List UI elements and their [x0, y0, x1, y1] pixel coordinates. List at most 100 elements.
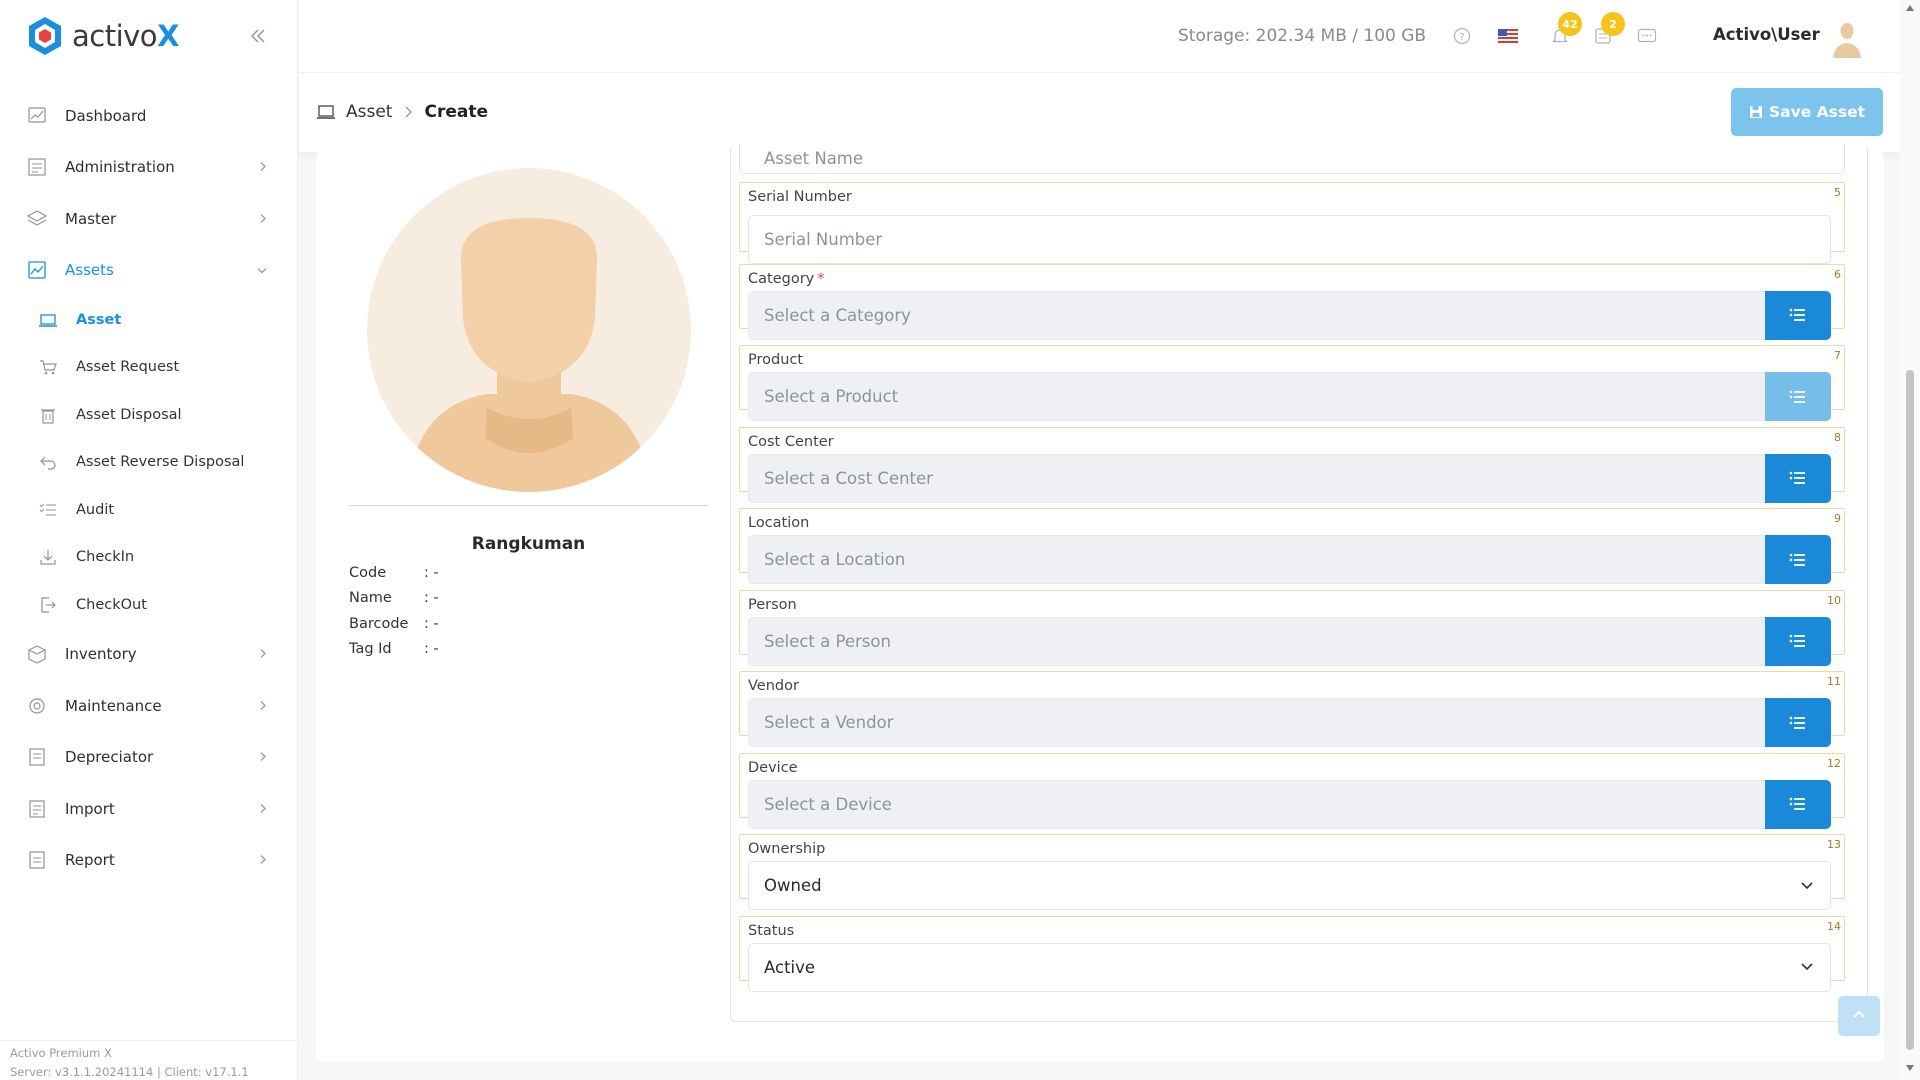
- chevron-right-icon: [260, 803, 266, 813]
- chevron-right-icon: [405, 106, 413, 118]
- placeholder-text: Select a Cost Center: [764, 468, 933, 488]
- vendor-select[interactable]: Select a Vendor: [748, 698, 1831, 747]
- tasks-button[interactable]: 2: [1591, 12, 1625, 48]
- sidebar-subitem-checkout[interactable]: CheckOut: [0, 581, 298, 629]
- sidebar-item-label: Inventory: [65, 645, 137, 664]
- scroll-to-top-button[interactable]: [1838, 996, 1880, 1036]
- asset-image-placeholder[interactable]: [367, 168, 691, 492]
- chat-icon[interactable]: [1635, 24, 1659, 48]
- logout-icon-wrap: [38, 595, 58, 615]
- save-icon: [1749, 106, 1762, 118]
- sidebar-subitem-label: Asset: [76, 311, 122, 328]
- sidebar-subitem-audit[interactable]: Audit: [0, 486, 298, 534]
- person-picker-button[interactable]: [1765, 616, 1831, 666]
- sidebar-item-label: Depreciator: [65, 748, 154, 767]
- person-select[interactable]: Select a Person: [748, 616, 1831, 666]
- page-scrollbar[interactable]: [1900, 0, 1920, 1080]
- sidebar-nav: Dashboard Administration Master Assets Asset…: [0, 90, 298, 886]
- cost-center-select[interactable]: Select a Cost Center: [748, 453, 1831, 503]
- sidebar-item-master[interactable]: Master: [0, 193, 298, 245]
- scroll-down-icon[interactable]: [1905, 1064, 1915, 1072]
- layers-icon-wrap: [26, 208, 48, 230]
- sidebar-subitem-asset-disposal[interactable]: Asset Disposal: [0, 391, 298, 439]
- chevron-wrap: [258, 696, 268, 715]
- dashboard-icon: [28, 107, 46, 123]
- report-icon-wrap: [26, 849, 48, 871]
- collapse-sidebar-button[interactable]: [244, 22, 272, 50]
- edition-label: Activo Premium X: [10, 1046, 112, 1060]
- sidebar-item-depreciator[interactable]: Depreciator: [0, 732, 298, 784]
- breadcrumb-asset[interactable]: Asset: [346, 102, 392, 122]
- sidebar-subitem-asset-reverse-disposal[interactable]: Asset Reverse Disposal: [0, 439, 298, 487]
- profile-name: Rangkuman: [471, 534, 586, 554]
- administration-icon-wrap: [26, 156, 48, 178]
- chevron-right-icon: [260, 700, 266, 710]
- app-logo[interactable]: activoX: [26, 14, 179, 58]
- sidebar: activoX Dashboard Administration Master Ass…: [0, 0, 298, 1080]
- location-picker-button[interactable]: [1765, 535, 1831, 584]
- vendor-picker-button[interactable]: [1765, 698, 1831, 747]
- chevron-wrap: [258, 645, 268, 664]
- cart-icon-wrap: [38, 357, 58, 377]
- list-icon: [1789, 797, 1805, 810]
- asset-name-input[interactable]: Asset Name: [739, 144, 1845, 174]
- laptop-icon: [317, 105, 335, 119]
- product-picker-button[interactable]: [1765, 372, 1831, 421]
- list-icon: [1789, 553, 1805, 566]
- checklist-icon-wrap: [38, 500, 58, 520]
- flag-us-icon[interactable]: [1496, 24, 1520, 48]
- sidebar-item-maintenance[interactable]: Maintenance: [0, 680, 298, 732]
- sidebar-item-inventory[interactable]: Inventory: [0, 629, 298, 681]
- placeholder-text: Select a Location: [764, 550, 906, 569]
- scroll-up-icon[interactable]: [1905, 4, 1915, 12]
- maintenance-icon-wrap: [26, 695, 48, 717]
- sidebar-item-dashboard[interactable]: Dashboard: [0, 90, 298, 142]
- sidebar-subitem-label: CheckOut: [76, 596, 147, 613]
- field-number: 8: [1834, 430, 1841, 444]
- sidebar-item-import[interactable]: Import: [0, 783, 298, 835]
- save-asset-label: Save Asset: [1768, 103, 1865, 121]
- sidebar-item-report[interactable]: Report: [0, 835, 298, 887]
- sidebar-subitem-label: Audit: [76, 501, 115, 518]
- breadcrumb-current: Create: [424, 102, 488, 122]
- user-menu[interactable]: Activo\User: [1713, 25, 1820, 44]
- location-select[interactable]: Select a Location: [748, 535, 1831, 584]
- sidebar-subitem-asset[interactable]: Asset: [0, 296, 298, 344]
- notifications-button[interactable]: 42: [1548, 12, 1582, 48]
- field-location: Location 9 Select a Location: [739, 508, 1845, 584]
- chevron-wrap: [258, 158, 268, 177]
- logo-hexagon-icon: [29, 17, 61, 55]
- asset-form: Asset Name Serial Number 5 Serial Number Ca…: [730, 144, 1868, 1022]
- field-number: 6: [1834, 267, 1841, 281]
- cost-center-picker-button[interactable]: [1765, 453, 1831, 503]
- serial-number-input[interactable]: Serial Number: [748, 215, 1831, 264]
- field-number: 5: [1834, 186, 1841, 199]
- field-device: Device 12 Select a Device: [739, 752, 1845, 829]
- status-dropdown[interactable]: Active: [748, 942, 1831, 992]
- placeholder-text: Select a Device: [764, 794, 892, 814]
- profile-divider: [349, 505, 708, 506]
- ownership-dropdown[interactable]: Owned: [748, 861, 1831, 910]
- sidebar-subitem-asset-request[interactable]: Asset Request: [0, 344, 298, 392]
- field-label: Product: [748, 352, 804, 368]
- selected-value: Owned: [764, 876, 822, 895]
- device-picker-button[interactable]: [1765, 779, 1831, 829]
- save-asset-button[interactable]: Save Asset: [1731, 88, 1883, 136]
- task-badge: 2: [1601, 12, 1625, 36]
- field-person: Person 10 Select a Person: [739, 589, 1845, 666]
- double-chevron-left-icon: [250, 29, 265, 43]
- meta-key: Name: [349, 590, 392, 607]
- scrollbar-thumb[interactable]: [1906, 370, 1914, 1050]
- sidebar-subitem-checkin[interactable]: CheckIn: [0, 534, 298, 582]
- sidebar-item-assets[interactable]: Assets: [0, 245, 298, 297]
- list-icon: [1789, 308, 1805, 321]
- category-select[interactable]: Select a Category: [748, 290, 1831, 340]
- notification-badge: 42: [1558, 12, 1582, 36]
- sidebar-item-administration[interactable]: Administration: [0, 142, 298, 194]
- device-select[interactable]: Select a Device: [748, 779, 1831, 829]
- help-icon[interactable]: ?: [1450, 24, 1474, 48]
- user-avatar[interactable]: [1827, 18, 1867, 58]
- storage-usage: Storage: 202.34 MB / 100 GB: [1178, 26, 1427, 46]
- product-select[interactable]: Select a Product: [748, 372, 1831, 421]
- category-picker-button[interactable]: [1765, 290, 1831, 340]
